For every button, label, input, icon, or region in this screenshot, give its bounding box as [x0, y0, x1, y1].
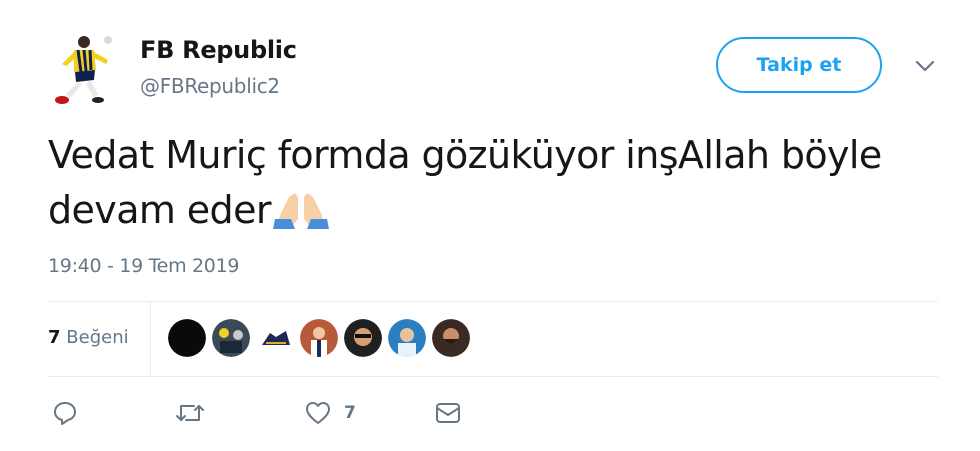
folded-hands-icon [271, 189, 331, 229]
author-name[interactable]: FB Republic [140, 36, 297, 64]
liker-avatar[interactable] [432, 319, 470, 357]
stats-separator [150, 302, 151, 376]
follow-button[interactable]: Takip et [716, 37, 882, 93]
retweet-button[interactable] [174, 398, 206, 428]
divider-top [48, 301, 938, 302]
likes-label: Beğeni [66, 327, 129, 348]
divider-bottom [48, 376, 938, 377]
tweet-actions: 7 [52, 398, 552, 428]
tweet-text: Vedat Muriç formda gözüküyor inşAllah bö… [48, 128, 948, 238]
liker-avatar[interactable] [168, 319, 206, 357]
author-handle[interactable]: @FBRepublic2 [140, 74, 280, 98]
likes-count: 7 [48, 327, 61, 348]
liker-avatar[interactable] [300, 319, 338, 357]
liker-avatar[interactable] [256, 319, 294, 357]
chevron-down-icon[interactable] [912, 56, 938, 76]
tweet-text-line-2: devam eder [48, 188, 271, 232]
likes-stat[interactable]: 7 Beğeni [48, 327, 129, 348]
envelope-icon [434, 400, 462, 426]
retweet-icon [174, 400, 206, 426]
liker-avatar[interactable] [212, 319, 250, 357]
avatar-footballer-image [48, 30, 118, 106]
like-count: 7 [344, 403, 356, 423]
tweet-timestamp[interactable]: 19:40 - 19 Tem 2019 [48, 255, 239, 277]
tweet-text-line-1: Vedat Muriç formda gözüküyor inşAllah bö… [48, 133, 882, 177]
author-avatar[interactable] [48, 30, 118, 106]
reply-icon [52, 400, 78, 426]
like-button[interactable]: 7 [304, 398, 356, 428]
reply-button[interactable] [52, 398, 78, 428]
heart-icon [304, 400, 332, 426]
liker-avatars [168, 319, 470, 357]
liker-avatar[interactable] [388, 319, 426, 357]
liker-avatar[interactable] [344, 319, 382, 357]
direct-message-button[interactable] [434, 398, 462, 428]
